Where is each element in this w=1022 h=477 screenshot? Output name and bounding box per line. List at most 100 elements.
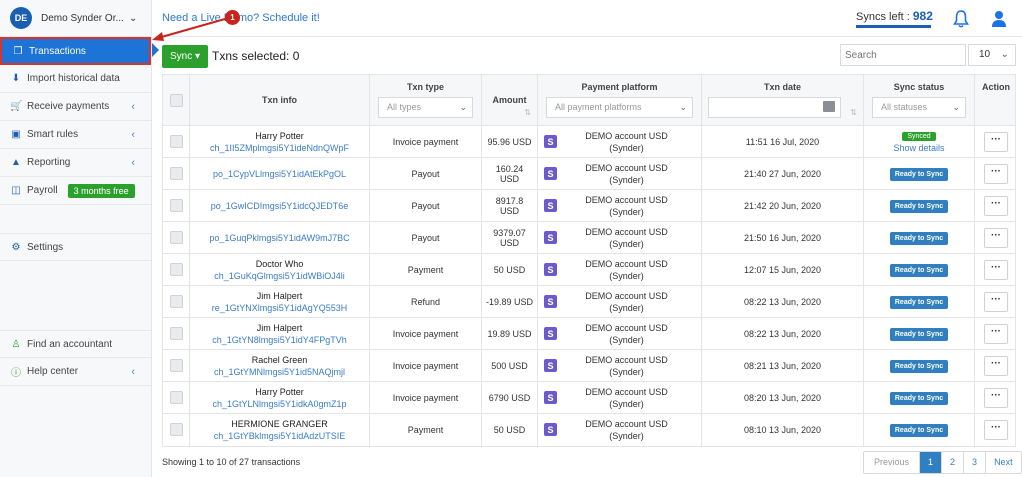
row-checkbox[interactable]: [170, 135, 183, 148]
calendar-icon[interactable]: [823, 101, 835, 112]
more-actions-button[interactable]: ···: [984, 164, 1008, 184]
sort-icon[interactable]: ⇅: [850, 108, 857, 117]
ready-to-sync-button[interactable]: Ready to Sync: [889, 263, 949, 277]
row-checkbox[interactable]: [170, 359, 183, 372]
payment-platform-filter[interactable]: All payment platforms ⌄: [546, 97, 693, 118]
sidebar-item-receive-payments[interactable]: 🛒 Receive payments ‹: [0, 93, 151, 121]
ready-to-sync-button[interactable]: Ready to Sync: [889, 295, 949, 309]
sidebar-item-reporting[interactable]: ▲ Reporting ‹: [0, 149, 151, 177]
user-icon[interactable]: [991, 10, 1007, 28]
header-label: Sync status: [893, 82, 945, 92]
ready-to-sync-button[interactable]: Ready to Sync: [889, 167, 949, 181]
chevron-down-icon: ⌄: [679, 102, 687, 112]
ready-to-sync-button[interactable]: Ready to Sync: [889, 327, 949, 341]
org-name: Demo Synder Or...: [41, 12, 123, 24]
amount-cell: 160.24 USD: [482, 158, 538, 190]
row-checkbox[interactable]: [170, 327, 183, 340]
row-checkbox[interactable]: [170, 295, 183, 308]
txn-date-cell: 21:42 20 Jun, 2020: [702, 190, 864, 222]
show-details-link[interactable]: Show details: [893, 143, 944, 153]
row-checkbox[interactable]: [170, 423, 183, 436]
sync-status-cell: Ready to Sync: [864, 414, 975, 446]
txn-id-link[interactable]: ch_1GtYBklmgsi5Y1idAdzUTSIE: [214, 430, 346, 442]
stripe-logo-icon: S: [544, 231, 557, 244]
txn-id-link[interactable]: ch_1GuKqGlmgsi5Y1idWBiOJ4li: [214, 270, 345, 282]
ready-to-sync-button[interactable]: Ready to Sync: [889, 199, 949, 213]
pagination-next[interactable]: Next: [986, 452, 1021, 473]
amount-cell: 19.89 USD: [482, 318, 538, 350]
select-cell: [163, 222, 190, 254]
more-actions-button[interactable]: ···: [984, 196, 1008, 216]
page-size-select[interactable]: 10 ⌄: [968, 44, 1016, 66]
more-actions-button[interactable]: ···: [984, 388, 1008, 408]
select-cell: [163, 350, 190, 382]
sidebar-item-find-accountant[interactable]: ♙ Find an accountant: [0, 330, 151, 358]
select-cell: [163, 286, 190, 318]
pagination-page-1[interactable]: 1: [920, 452, 943, 473]
ready-to-sync-button[interactable]: Ready to Sync: [889, 359, 949, 373]
txn-id-link[interactable]: ch_1II5ZMplmgsi5Y1ideNdnQWpF: [210, 142, 349, 154]
sync-status-filter[interactable]: All statuses ⌄: [872, 97, 966, 118]
txn-id-link[interactable]: re_1GtYNXlmgsi5Y1idAgYQ553H: [212, 302, 348, 314]
sidebar-item-help-center[interactable]: ⓘ Help center ‹: [0, 358, 151, 386]
sync-button[interactable]: Sync ▾: [162, 45, 208, 68]
more-actions-button[interactable]: ···: [984, 132, 1008, 152]
pagination-page-2[interactable]: 2: [942, 452, 965, 473]
row-checkbox[interactable]: [170, 199, 183, 212]
row-checkbox[interactable]: [170, 167, 183, 180]
accountant-icon: ♙: [11, 338, 21, 350]
more-actions-button[interactable]: ···: [984, 324, 1008, 344]
ready-to-sync-button[interactable]: Ready to Sync: [889, 423, 949, 437]
pagination-previous[interactable]: Previous: [864, 452, 921, 473]
more-actions-button[interactable]: ···: [984, 356, 1008, 376]
txn-id-link[interactable]: ch_1GtYLNlmgsi5Y1idkA0gmZ1p: [212, 398, 346, 410]
ready-to-sync-button[interactable]: Ready to Sync: [889, 231, 949, 245]
txn-id-link[interactable]: ch_1GtYMNlmgsi5Y1id5NAQjmjl: [214, 366, 345, 378]
txn-type-filter[interactable]: All types ⌄: [378, 97, 473, 118]
txn-date-cell: 08:21 13 Jun, 2020: [702, 350, 864, 382]
row-checkbox[interactable]: [170, 231, 183, 244]
sidebar-item-import-historical-data[interactable]: ⬇ Import historical data: [0, 65, 151, 93]
txn-date-filter[interactable]: [708, 97, 841, 118]
amount-cell: 50 USD: [482, 254, 538, 286]
customer-name: Doctor Who: [255, 259, 304, 269]
sort-icon[interactable]: ⇅: [524, 108, 531, 117]
sidebar-item-transactions[interactable]: ❐ Transactions: [0, 37, 151, 65]
txn-type-cell: Payout: [370, 158, 482, 190]
txn-id-link[interactable]: po_1GwICDImgsi5Y1idcQJEDT6e: [211, 200, 349, 212]
more-actions-button[interactable]: ···: [984, 292, 1008, 312]
sidebar-item-payroll[interactable]: ◫ Payroll 3 months free: [0, 177, 151, 205]
ready-to-sync-button[interactable]: Ready to Sync: [889, 391, 949, 405]
txn-id-link[interactable]: po_1CypVLlmgsi5Y1idAtEkPgOL: [213, 168, 346, 180]
search-input[interactable]: [840, 44, 966, 66]
more-actions-button[interactable]: ···: [984, 260, 1008, 280]
header-label: Txn date: [763, 82, 801, 92]
more-actions-button[interactable]: ···: [984, 420, 1008, 440]
payment-platform-cell: S DEMO account USD (Synder): [538, 382, 702, 414]
select-all-checkbox[interactable]: [170, 93, 183, 107]
more-actions-button[interactable]: ···: [984, 228, 1008, 248]
sync-status-cell: Ready to Sync: [864, 222, 975, 254]
action-cell: ···: [975, 126, 1017, 158]
sidebar-item-smart-rules[interactable]: ▣ Smart rules ‹: [0, 121, 151, 149]
row-checkbox[interactable]: [170, 391, 183, 404]
org-switcher[interactable]: DE Demo Synder Or... ⌄: [0, 0, 151, 37]
row-checkbox[interactable]: [170, 263, 183, 276]
amount-cell: 95.96 USD: [482, 126, 538, 158]
pagination-page-3[interactable]: 3: [964, 452, 987, 473]
sidebar-item-label: Transactions: [29, 45, 86, 57]
txn-id-link[interactable]: po_1GuqPklmgsi5Y1idAW9mJ7BC: [209, 232, 349, 244]
customer-name: Harry Potter: [255, 131, 304, 141]
sidebar-item-settings[interactable]: ⚙ Settings: [0, 233, 151, 261]
txn-date-cell: 11:51 16 Jul, 2020: [702, 126, 864, 158]
table-row: Rachel Green ch_1GtYMNlmgsi5Y1id5NAQjmjl I…: [163, 350, 1015, 382]
payment-platform-cell: S DEMO account USD (Synder): [538, 350, 702, 382]
txn-id-link[interactable]: ch_1GtYN8lmgsi5Y1idY4FPgTVh: [212, 334, 347, 346]
select-cell: [163, 382, 190, 414]
platform-name: DEMO account USD: [585, 227, 668, 237]
area-chart-icon: ▲: [11, 157, 21, 168]
select-all-cell: [163, 75, 190, 126]
customer-name: Jim Halpert: [256, 291, 303, 301]
platform-name: DEMO account USD: [585, 163, 668, 173]
bell-icon[interactable]: [953, 10, 969, 28]
